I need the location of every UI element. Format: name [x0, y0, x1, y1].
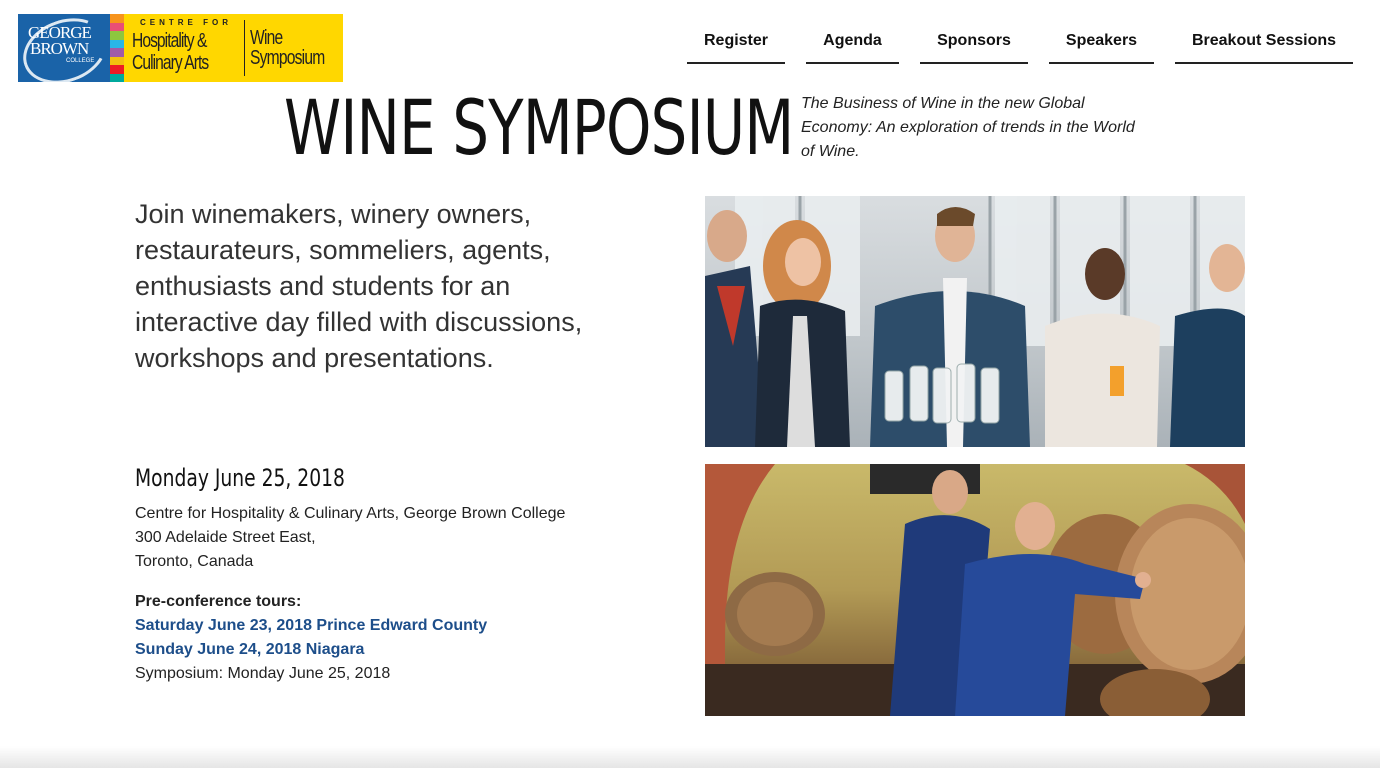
tours-heading: Pre-conference tours: [135, 593, 302, 610]
logo-hospitality-text: Hospitality & Culinary Arts [132, 30, 241, 74]
symposium-date-line: Symposium: Monday June 25, 2018 [135, 665, 391, 682]
logo-symposium: Symposium [250, 47, 325, 69]
nav-speakers[interactable]: Speakers [1049, 32, 1154, 64]
tours-section: Pre-conference tours: Saturday June 23, … [135, 590, 615, 686]
logo-color-strip [110, 14, 124, 82]
address-line-city: Toronto, Canada [135, 553, 254, 570]
logo-wine-symposium: Wine Symposium [250, 28, 344, 68]
nav-register[interactable]: Register [687, 32, 785, 64]
address-line-street: 300 Adelaide Street East, [135, 529, 316, 546]
page-subtitle: The Business of Wine in the new Global E… [801, 95, 1135, 160]
hospitality-logo: CENTRE FOR Hospitality & Culinary Arts W… [124, 14, 343, 82]
nav-sponsors[interactable]: Sponsors [920, 32, 1028, 64]
logo-centre-for: CENTRE FOR [140, 18, 232, 27]
wine-cellar-barrels-photo [705, 464, 1245, 716]
tour-link-prince-edward[interactable]: Saturday June 23, 2018 Prince Edward Cou… [135, 614, 615, 638]
logo-line3: COLLEGE [66, 58, 95, 64]
nav-agenda[interactable]: Agenda [806, 32, 899, 64]
logo-culinary: Culinary Arts [132, 52, 209, 74]
george-brown-logo: GEORGE BROWN COLLEGE [18, 14, 110, 82]
nav-breakout-sessions[interactable]: Breakout Sessions [1175, 32, 1353, 64]
wine-tasting-group-photo [705, 196, 1245, 447]
logo-line2: BROWN [30, 39, 89, 58]
page-bottom-shadow [0, 746, 1380, 768]
logo-divider [244, 20, 245, 76]
site-logo[interactable]: GEORGE BROWN COLLEGE CENTRE FOR Hospital… [18, 14, 343, 82]
tour-link-niagara[interactable]: Sunday June 24, 2018 Niagara [135, 638, 615, 662]
page-title: WINE SYMPOSIUM [284, 83, 794, 172]
event-date: Monday June 25, 2018 [135, 464, 345, 492]
intro-text: Join winemakers, winery owners, restaura… [135, 199, 583, 373]
logo-wine: Wine [250, 27, 283, 49]
event-address: Centre for Hospitality & Culinary Arts, … [135, 502, 615, 574]
logo-hospitality: Hospitality & [132, 30, 207, 52]
address-line-venue: Centre for Hospitality & Culinary Arts, … [135, 505, 566, 522]
